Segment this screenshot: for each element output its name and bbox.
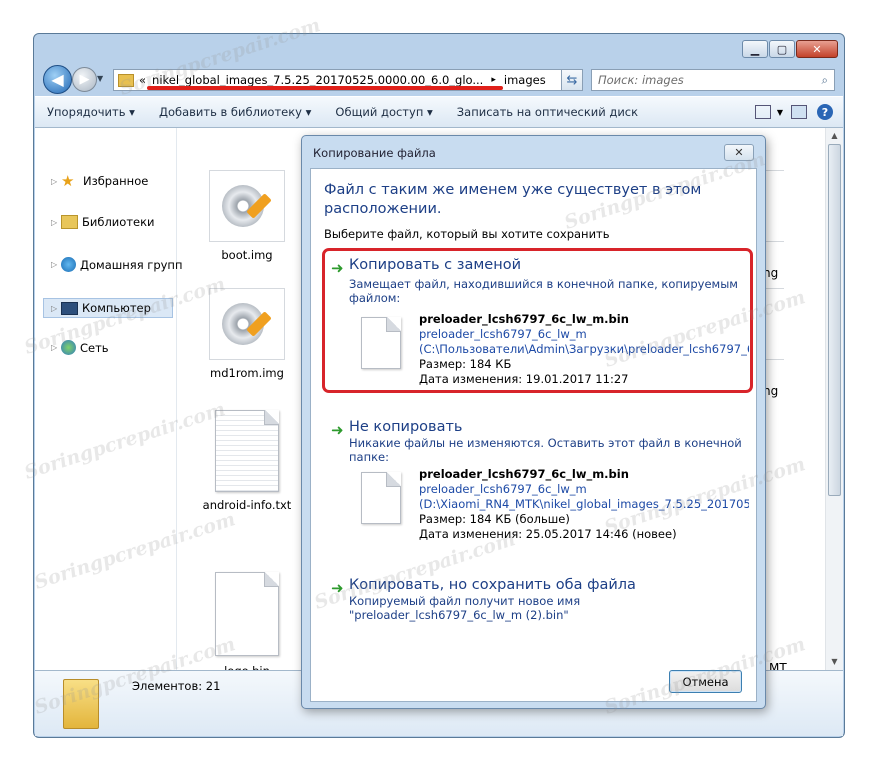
share-menu[interactable]: Общий доступ ▾ [323,105,444,119]
file-name: boot.img [221,248,273,262]
expand-arrow-icon[interactable]: ▷ [51,260,61,269]
option-dont-copy-file-info: preloader_lcsh6797_6c_lw_m.bin preloader… [419,467,749,542]
scroll-down-icon[interactable]: ▼ [826,654,843,670]
dialog-close-button[interactable]: ✕ [724,144,754,161]
address-separator[interactable]: ▸ [491,75,496,85]
file-logo-bin[interactable]: logo.bin [197,572,297,678]
red-underline-annotation [147,86,503,90]
file-android-info-txt[interactable]: android-info.txt [197,410,297,512]
copy-file-dialog: Копирование файла ✕ Файл с таким же имен… [301,135,766,709]
text-file-icon [215,410,279,492]
view-dropdown-icon[interactable]: ▼ [777,108,783,117]
file-name: android-info.txt [202,498,292,512]
expand-arrow-icon[interactable]: ▷ [51,177,61,186]
folder-icon [118,73,134,87]
address-chevron[interactable]: « [139,73,146,87]
add-to-library-menu[interactable]: Добавить в библиотеку ▾ [147,105,323,119]
dialog-heading: Файл с таким же именем уже существует в … [324,182,702,217]
view-options-icon[interactable] [754,105,771,119]
navigation-pane: ▷ ★ Избранное ▷ Библиотеки ▷ Домашняя гр… [35,128,182,670]
nav-label: Домашняя групп [80,257,183,272]
option-keep-both-desc: Копируемый файл получит новое имя "prelo… [349,594,581,622]
partial-file-thumb [763,288,784,360]
file-path: (D:\Xiaomi_RN4_MTK\nikel_global_images_7… [419,497,749,511]
refresh-button[interactable]: ⇆ [561,69,583,91]
option-dont-copy-title[interactable]: Не копировать [349,419,462,435]
forward-arrow-icon: ▶ [79,72,90,87]
expand-arrow-icon[interactable]: ▷ [51,304,61,313]
nav-item-homegroup[interactable]: ▷ Домашняя групп [51,257,182,272]
partial-file-thumb [763,170,784,242]
search-placeholder: Поиск: images [598,73,684,87]
nav-item-computer[interactable]: ▷ Компьютер [43,298,173,318]
file-md1rom-img[interactable]: md1rom.img [197,288,297,380]
scroll-thumb[interactable] [828,144,841,496]
nav-label: Избранное [83,174,149,188]
disc-image-icon [209,170,285,242]
nav-item-libraries[interactable]: ▷ Библиотеки [51,215,155,229]
preview-pane-icon[interactable] [791,105,807,119]
file-name: md1rom.img [210,366,284,380]
folder-large-icon [63,679,99,729]
nav-item-favorites[interactable]: ▷ ★ Избранное [51,173,148,189]
recent-pages-dropdown-icon[interactable]: ▼ [97,74,103,83]
search-icon: ⌕ [821,72,828,87]
address-segment-images[interactable]: images [504,73,546,87]
vertical-scrollbar[interactable]: ▲ ▼ [825,128,843,670]
burn-button[interactable]: Записать на оптический диск [445,105,650,119]
blank-file-icon [215,572,279,656]
command-toolbar: Упорядочить ▾ Добавить в библиотеку ▾ Об… [35,96,843,128]
file-date: Дата изменения: 25.05.2017 14:46 (новее) [419,527,677,541]
homegroup-icon [61,257,76,272]
refresh-icon: ⇆ [566,72,578,88]
scroll-up-icon[interactable]: ▲ [826,128,843,144]
star-icon: ★ [61,172,75,190]
maximize-button[interactable]: ▢ [769,40,795,58]
network-icon [61,340,76,355]
search-input[interactable]: Поиск: images ⌕ [591,69,835,91]
nav-label: Компьютер [82,301,151,315]
nav-item-network[interactable]: ▷ Сеть [51,340,109,355]
red-highlight-annotation [322,248,753,393]
cancel-button[interactable]: Отмена [669,670,742,693]
nav-label: Сеть [80,340,109,355]
minimize-button[interactable]: ▁ [742,40,768,58]
dialog-subheading: Выберите файл, который вы хотите сохрани… [324,227,610,241]
nav-label: Библиотеки [82,215,155,229]
close-icon: ✕ [734,146,744,159]
file-short-name: preloader_lcsh6797_6c_lw_m [419,482,587,496]
item-count: Элементов: 21 [132,679,221,693]
back-button[interactable]: ◀ [43,65,72,94]
file-name: preloader_lcsh6797_6c_lw_m.bin [419,467,629,481]
green-arrow-icon: ➜ [331,421,344,439]
option-keep-both-title[interactable]: Копировать, но сохранить оба файла [349,577,636,593]
file-size: Размер: 184 КБ (больше) [419,512,570,526]
dialog-title: Копирование файла [313,146,436,160]
expand-arrow-icon[interactable]: ▷ [51,343,61,352]
file-boot-img[interactable]: boot.img [197,170,297,262]
file-icon [361,472,401,524]
close-button[interactable]: ✕ [796,40,838,58]
back-arrow-icon: ◀ [51,70,64,89]
help-icon[interactable]: ? [817,104,833,120]
organize-menu[interactable]: Упорядочить ▾ [35,105,147,119]
expand-arrow-icon[interactable]: ▷ [51,218,61,227]
address-segment-parent[interactable]: nikel_global_images_7.5.25_20170525.0000… [152,73,483,87]
forward-button[interactable]: ▶ [72,67,97,92]
libraries-icon [61,215,78,229]
option-dont-copy-desc: Никакие файлы не изменяются. Оставить эт… [349,436,742,464]
green-arrow-icon: ➜ [331,579,344,597]
computer-icon [61,301,78,315]
disc-image-icon [209,288,285,360]
